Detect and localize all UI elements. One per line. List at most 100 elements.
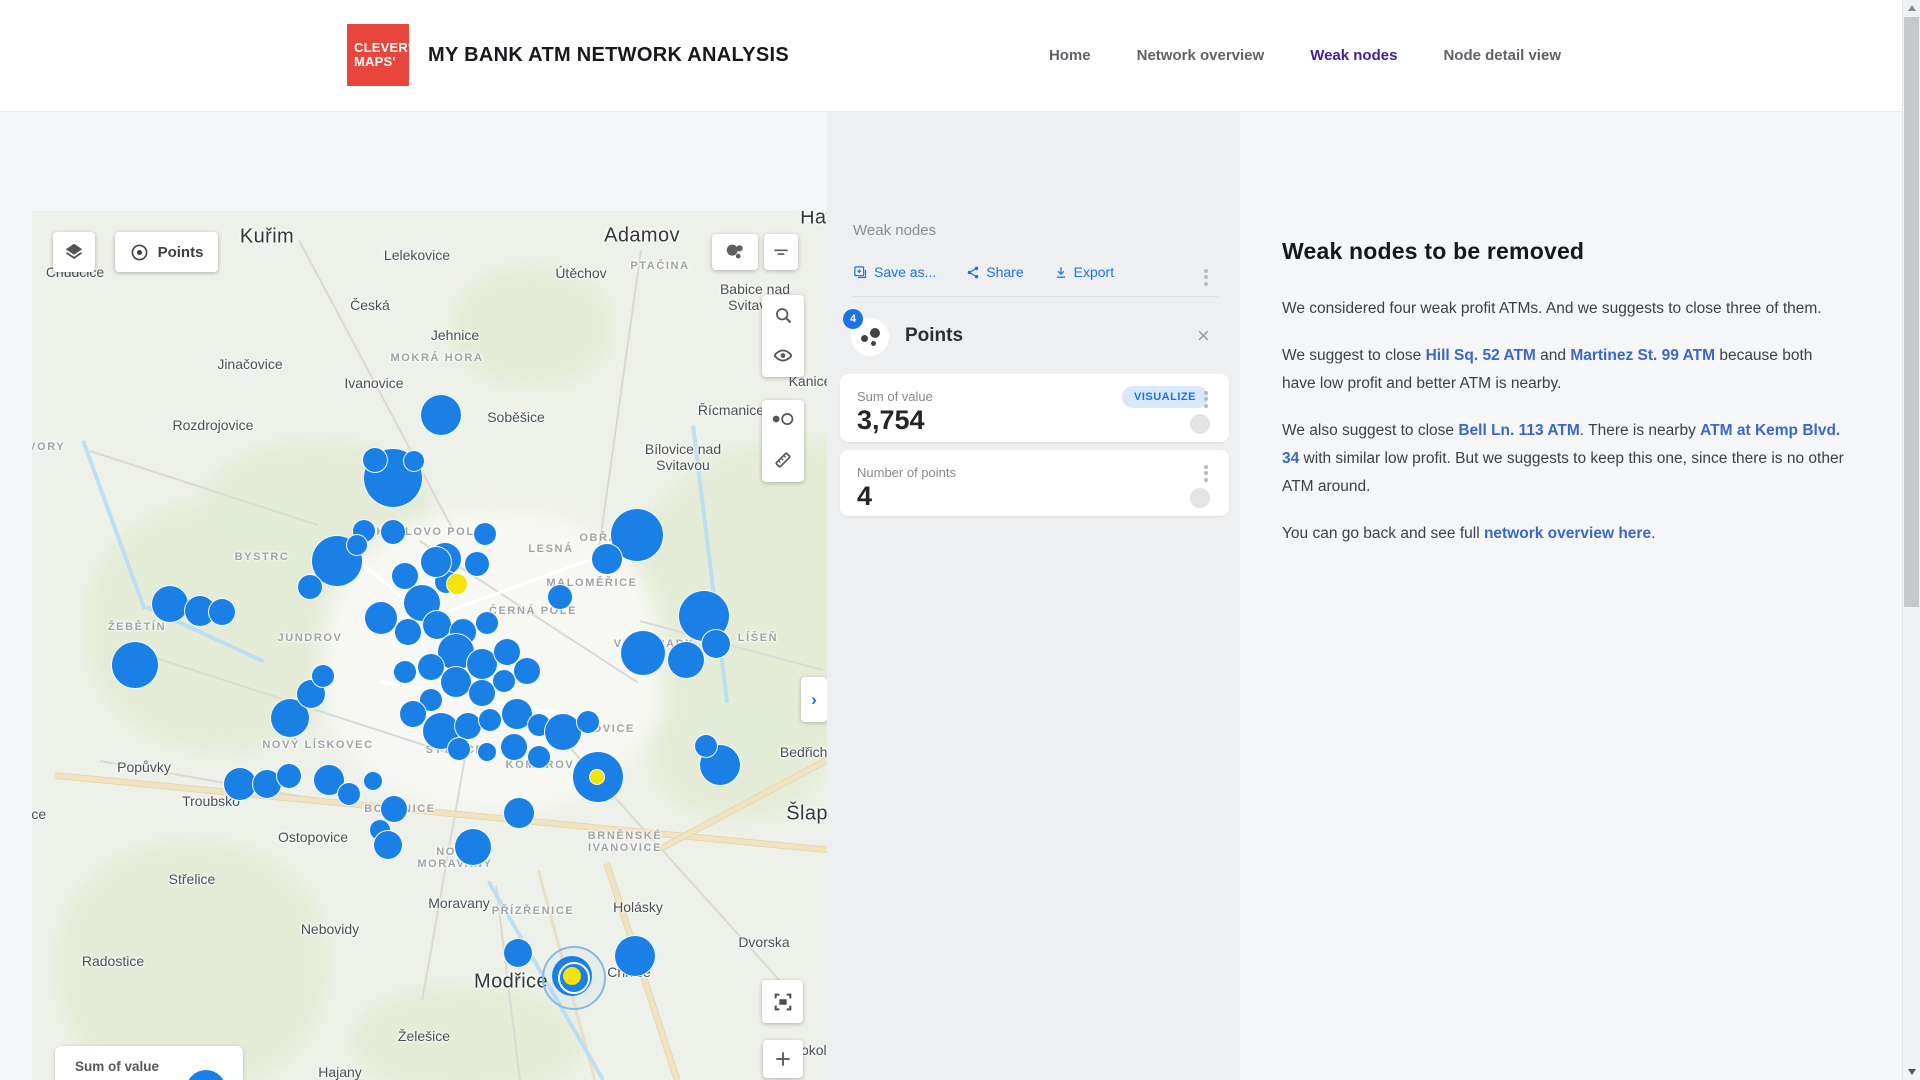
scroll-down-icon xyxy=(1908,1069,1916,1075)
panel-menu-button[interactable] xyxy=(1204,266,1208,288)
nav-item-node-detail-view[interactable]: Node detail view xyxy=(1443,47,1561,64)
atm-bubble[interactable] xyxy=(337,782,361,806)
atm-bubble[interactable] xyxy=(403,450,425,472)
atm-bubble[interactable] xyxy=(380,519,406,545)
atm-bubble[interactable] xyxy=(373,830,403,860)
legend-title: Sum of value xyxy=(75,1059,159,1074)
atm-bubble[interactable] xyxy=(297,574,323,600)
layers-button[interactable] xyxy=(53,232,95,272)
atm-bubble[interactable] xyxy=(667,641,705,679)
fit-extent-button[interactable] xyxy=(762,980,803,1023)
atm-bubble[interactable] xyxy=(346,534,368,556)
map-tool-group-search-eye xyxy=(762,295,804,377)
atm-bubble[interactable] xyxy=(208,598,236,626)
atm-bubble[interactable] xyxy=(364,601,398,635)
atm-bubble[interactable] xyxy=(420,394,462,436)
atm-bubble[interactable] xyxy=(276,763,302,789)
share-button[interactable]: Share xyxy=(966,264,1023,280)
export-button[interactable]: Export xyxy=(1054,264,1114,280)
map-legend[interactable]: Sum of value xyxy=(55,1046,243,1080)
compare-points-button[interactable] xyxy=(771,412,795,426)
atm-bubble[interactable] xyxy=(478,708,502,732)
atm-bubble[interactable] xyxy=(473,522,497,546)
nav-item-home[interactable]: Home xyxy=(1049,47,1091,64)
map-place-label: Adamov xyxy=(604,225,680,248)
atm-bubble[interactable] xyxy=(393,660,417,684)
atm-bubble[interactable] xyxy=(503,797,535,829)
atm-bubble[interactable] xyxy=(111,641,159,689)
measure-button[interactable] xyxy=(772,449,794,471)
ruler-icon xyxy=(772,449,794,471)
atm-bubble[interactable] xyxy=(475,611,499,635)
logo-line2: MAPS' xyxy=(354,55,409,69)
atm-bubble[interactable] xyxy=(527,745,551,769)
scroll-down-button[interactable] xyxy=(1903,1064,1920,1080)
filter-icon xyxy=(771,242,791,262)
nav-item-weak-nodes[interactable]: Weak nodes xyxy=(1310,47,1397,64)
atm-bubble[interactable] xyxy=(363,771,383,791)
atm-bubble[interactable] xyxy=(151,585,189,623)
atm-bubble[interactable] xyxy=(477,742,497,762)
expand-panel-button[interactable]: › xyxy=(801,677,827,722)
atm-bubble[interactable] xyxy=(547,584,573,610)
search-icon xyxy=(773,305,794,326)
clevermaps-logo[interactable]: CLEVER° MAPS' xyxy=(347,24,409,86)
atm-bubble[interactable] xyxy=(454,828,492,866)
share-icon xyxy=(966,265,980,280)
map-place-label: Česká xyxy=(350,297,390,313)
map-place-label: Soběšice xyxy=(487,409,545,425)
sum-card-toggle-dot[interactable] xyxy=(1190,414,1210,434)
nav-item-network-overview[interactable]: Network overview xyxy=(1137,47,1265,64)
map-canvas[interactable]: Points xyxy=(32,211,827,1080)
layers-icon xyxy=(63,241,85,263)
atm-bubble[interactable] xyxy=(620,630,666,676)
search-button[interactable] xyxy=(773,305,794,326)
atm-bubble[interactable] xyxy=(576,710,600,734)
points-count-badge: 4 xyxy=(843,309,863,329)
atm-bubble[interactable] xyxy=(500,733,528,761)
atm-bubble-weak[interactable] xyxy=(589,769,605,785)
article-link[interactable]: Hill Sq. 52 ATM xyxy=(1426,347,1536,364)
atm-bubble[interactable] xyxy=(394,618,422,646)
logo-line1: CLEVER° xyxy=(354,41,409,55)
atm-bubble[interactable] xyxy=(513,657,541,685)
panel-title: Weak nodes xyxy=(853,222,936,239)
points-layer-chip[interactable]: Points xyxy=(115,232,218,272)
main-nav: Home Network overview Weak nodes Node detai… xyxy=(1049,0,1561,111)
atm-bubble[interactable] xyxy=(420,546,452,578)
close-points-button[interactable]: × xyxy=(1197,323,1210,349)
atm-bubble[interactable] xyxy=(362,447,388,473)
atm-bubble[interactable] xyxy=(447,737,471,761)
points-section-title: Points xyxy=(905,325,963,347)
map-place-label: Lelekovice xyxy=(384,247,450,263)
atm-bubble[interactable] xyxy=(311,664,335,688)
atm-bubble[interactable] xyxy=(380,795,408,823)
atm-bubble[interactable] xyxy=(614,935,656,977)
visibility-button[interactable] xyxy=(772,345,794,367)
sum-card-menu-button[interactable] xyxy=(1204,388,1208,410)
save-as-button[interactable]: Save as... xyxy=(853,264,936,280)
atm-bubble-weak[interactable] xyxy=(446,573,468,595)
points-card-toggle-dot[interactable] xyxy=(1190,488,1210,508)
scrollbar-thumb[interactable] xyxy=(1904,17,1919,607)
points-card-menu-button[interactable] xyxy=(1204,462,1208,484)
visualize-button[interactable]: VISUALIZE xyxy=(1122,386,1208,408)
atm-bubble[interactable] xyxy=(694,734,718,758)
number-of-points-card: Number of points 4 xyxy=(840,450,1229,516)
page-scrollbar[interactable] xyxy=(1902,0,1920,1080)
atm-bubble[interactable] xyxy=(464,551,490,577)
scroll-up-button[interactable] xyxy=(1903,0,1920,16)
article-link[interactable]: Martinez St. 99 ATM xyxy=(1570,347,1715,364)
zoom-in-button[interactable] xyxy=(763,1040,803,1078)
bubble-chart-button[interactable] xyxy=(712,234,758,270)
map-tool-group-compare-measure xyxy=(762,400,804,482)
article-link[interactable]: Bell Ln. 113 ATM xyxy=(1458,422,1579,439)
filter-button[interactable] xyxy=(764,234,798,270)
map-place-label: Jinačovice xyxy=(217,356,282,372)
sum-of-value-label: Sum of value xyxy=(857,389,933,404)
article-link[interactable]: network overview here xyxy=(1484,525,1651,542)
atm-bubble[interactable] xyxy=(503,938,533,968)
atm-bubble[interactable] xyxy=(701,629,731,659)
atm-bubble[interactable] xyxy=(591,543,623,575)
article-paragraph: We also suggest to close Bell Ln. 113 AT… xyxy=(1282,417,1850,501)
